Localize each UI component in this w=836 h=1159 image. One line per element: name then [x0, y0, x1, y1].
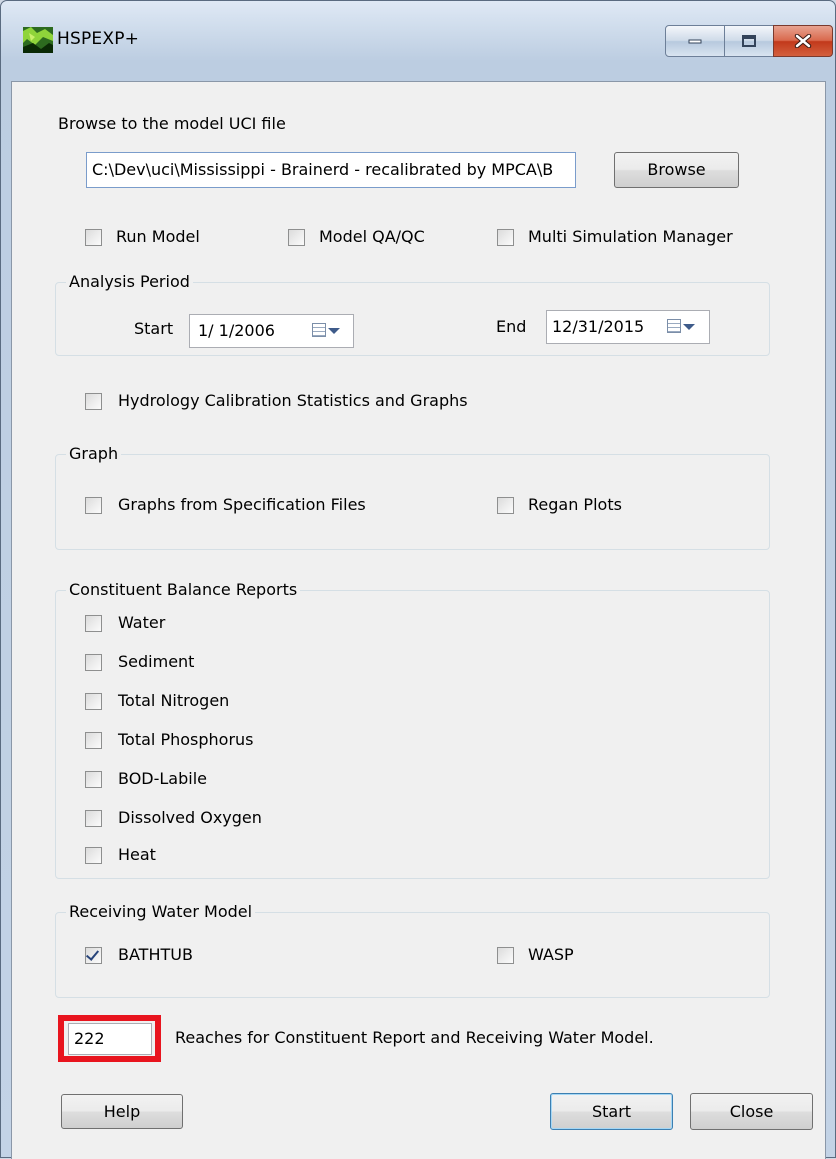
close-icon: [794, 34, 812, 48]
heat-checkbox[interactable]: [85, 847, 102, 864]
hydrology-label: Hydrology Calibration Statistics and Gra…: [118, 391, 468, 410]
model-qaqc-checkbox[interactable]: [288, 229, 305, 246]
reaches-label: Reaches for Constituent Report and Recei…: [175, 1028, 654, 1047]
bathtub-checkbox[interactable]: [85, 947, 102, 964]
calendar-icon: [667, 319, 681, 333]
close-window-button[interactable]: [773, 25, 833, 57]
constituent-item-label: Sediment: [118, 652, 195, 671]
model-qaqc-label: Model QA/QC: [319, 227, 425, 246]
total-nitrogen-checkbox[interactable]: [85, 693, 102, 710]
constituent-item-label: Water: [118, 613, 166, 632]
uci-path-input[interactable]: C:\Dev\uci\Mississippi - Brainerd - reca…: [86, 152, 576, 188]
multi-sim-label: Multi Simulation Manager: [528, 227, 733, 246]
constituent-item-label: Total Nitrogen: [118, 691, 230, 710]
run-model-checkbox[interactable]: [85, 229, 102, 246]
app-window: HSPEXP+ Browse to the model UCI file C:\…: [0, 0, 836, 1159]
multi-sim-checkbox[interactable]: [497, 229, 514, 246]
total-phosphorus-checkbox[interactable]: [85, 732, 102, 749]
browse-button[interactable]: Browse: [614, 152, 739, 188]
constituent-item-label: Heat: [118, 845, 156, 864]
help-button[interactable]: Help: [61, 1094, 183, 1129]
end-date-value: 12/31/2015: [552, 317, 645, 336]
constituent-item-label: Dissolved Oxygen: [118, 808, 262, 827]
bathtub-label: BATHTUB: [118, 945, 193, 964]
dialog-client-area: Browse to the model UCI file C:\Dev\uci\…: [11, 81, 826, 1159]
end-date-picker[interactable]: 12/31/2015: [546, 310, 710, 344]
receiving-water-title: Receiving Water Model: [66, 902, 256, 921]
title-bar[interactable]: HSPEXP+: [1, 1, 835, 81]
start-date-picker[interactable]: 1/ 1/2006: [189, 314, 354, 348]
constituent-item-label: Total Phosphorus: [118, 730, 254, 749]
graph-title: Graph: [66, 444, 122, 463]
wasp-label: WASP: [528, 945, 574, 964]
sediment-checkbox[interactable]: [85, 654, 102, 671]
spec-files-label: Graphs from Specification Files: [118, 495, 366, 514]
bod-labile-checkbox[interactable]: [85, 771, 102, 788]
constituent-title: Constituent Balance Reports: [66, 580, 301, 599]
regan-plots-checkbox[interactable]: [497, 497, 514, 514]
start-date-value: 1/ 1/2006: [198, 321, 275, 340]
hydrology-checkbox[interactable]: [85, 393, 102, 410]
dropdown-arrow-icon: [328, 328, 340, 334]
minimize-button[interactable]: [665, 25, 725, 57]
maximize-button[interactable]: [724, 25, 774, 57]
end-label: End: [496, 317, 527, 336]
analysis-period-title: Analysis Period: [66, 272, 193, 291]
dissolved-oxygen-checkbox[interactable]: [85, 810, 102, 827]
run-model-label: Run Model: [116, 227, 200, 246]
spec-files-checkbox[interactable]: [85, 497, 102, 514]
calendar-icon: [312, 323, 326, 337]
window-title: HSPEXP+: [57, 29, 140, 49]
constituent-item-label: BOD-Labile: [118, 769, 207, 788]
water-checkbox[interactable]: [85, 615, 102, 632]
hspexp-app-icon: [23, 27, 53, 53]
wasp-checkbox[interactable]: [497, 947, 514, 964]
dropdown-arrow-icon: [683, 324, 695, 330]
start-label: Start: [134, 319, 174, 338]
close-button[interactable]: Close: [690, 1093, 813, 1130]
maximize-icon: [742, 35, 756, 47]
reaches-input[interactable]: 222: [68, 1023, 152, 1055]
regan-plots-label: Regan Plots: [528, 495, 622, 514]
start-button[interactable]: Start: [550, 1093, 673, 1130]
minimize-icon: [688, 39, 702, 44]
uci-file-label: Browse to the model UCI file: [58, 114, 286, 133]
